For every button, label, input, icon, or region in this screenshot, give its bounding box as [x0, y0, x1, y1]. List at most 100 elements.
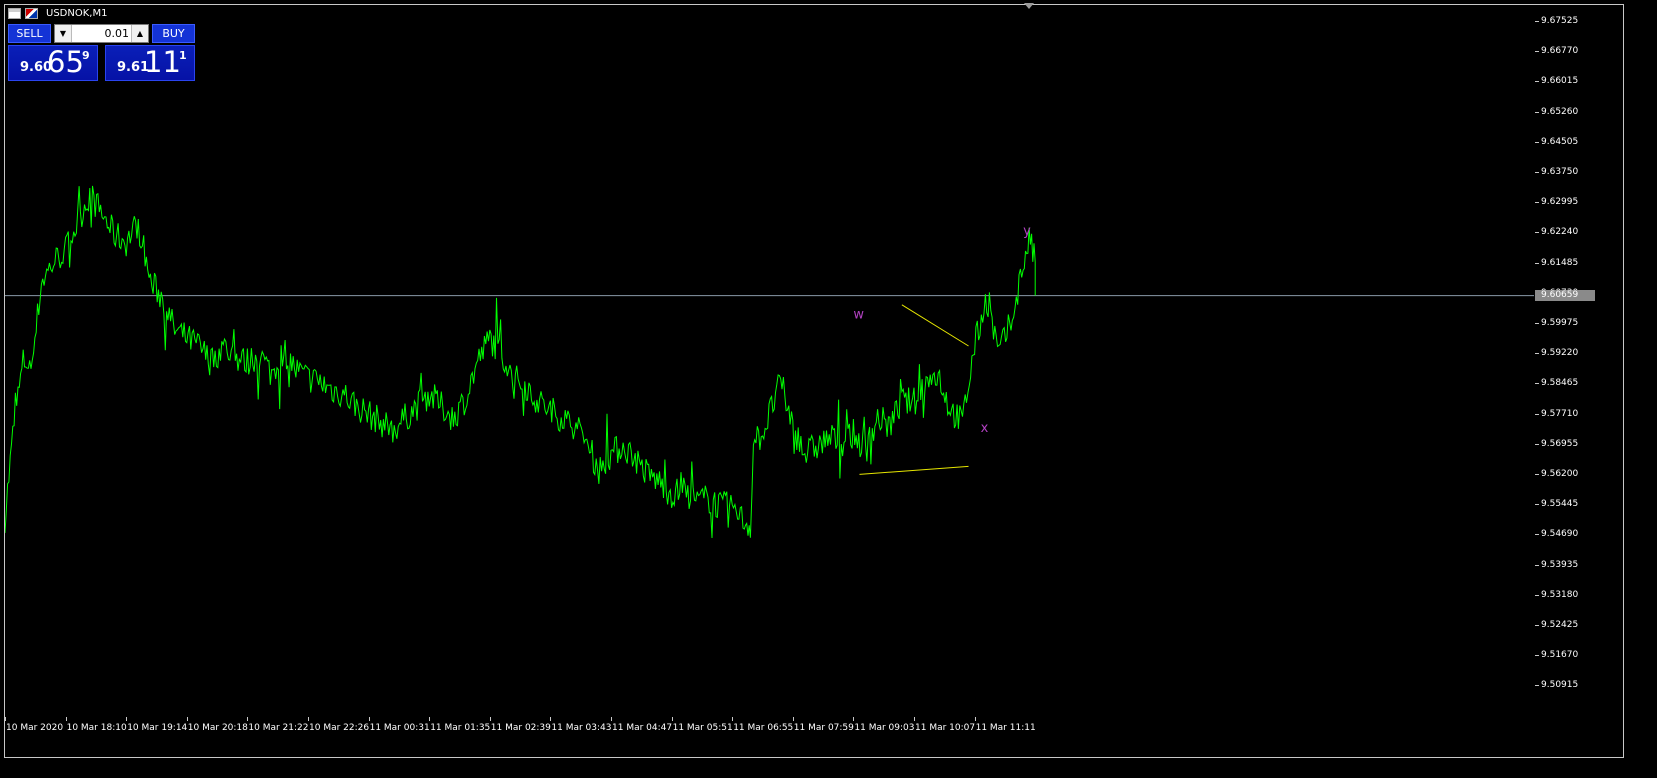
- price-tick-label: 9.59975: [1541, 318, 1579, 328]
- price-tick-mark: [1535, 202, 1539, 204]
- price-tick-label: 9.53935: [1541, 559, 1579, 570]
- time-tick-mark: [308, 717, 309, 721]
- time-tick-label: 11 Mar 11:11: [975, 723, 1036, 733]
- price-tick-mark: [1535, 111, 1539, 113]
- price-tick-label: 9.51670: [1541, 650, 1579, 661]
- increase-lot-icon[interactable]: ▲: [131, 25, 148, 42]
- price-tick-label: 9.66015: [1541, 76, 1579, 87]
- time-tick-mark: [974, 717, 976, 721]
- sell-price-fraction: 9: [82, 49, 90, 62]
- price-tick-mark: [1535, 262, 1539, 264]
- chart-title-bar: USDNOK,M1: [8, 6, 107, 20]
- time-tick-mark: [611, 717, 612, 721]
- time-tick-mark: [247, 717, 249, 721]
- lot-size-stepper[interactable]: ▼ ▲: [54, 24, 149, 43]
- time-tick-mark: [489, 717, 491, 721]
- price-tick-label: 9.61485: [1541, 257, 1579, 268]
- price-tick-mark: [1535, 504, 1539, 506]
- time-tick-label: 11 Mar 09:03: [854, 723, 915, 733]
- price-tick-mark: [1535, 474, 1539, 475]
- price-chart[interactable]: w x y: [5, 5, 1534, 720]
- decrease-lot-icon[interactable]: ▼: [55, 25, 72, 42]
- price-tick-label: 9.56955: [1541, 438, 1579, 449]
- price-tick-mark: [1535, 81, 1539, 83]
- time-tick-mark: [732, 717, 734, 721]
- time-tick-mark: [671, 717, 673, 721]
- time-tick-label: 11 Mar 01:35: [430, 723, 491, 733]
- window-menu-icon[interactable]: [8, 7, 21, 19]
- price-tick-mark: [1535, 323, 1539, 324]
- wave-label-x: x: [981, 421, 989, 436]
- time-tick-mark: [65, 717, 67, 721]
- buy-price-fraction: 1: [179, 49, 187, 62]
- time-tick-label: 10 Mar 21:22: [248, 723, 309, 733]
- price-tick-mark: [1535, 232, 1539, 234]
- time-tick-label: 10 Mar 18:10: [66, 723, 127, 733]
- time-tick-label: 10 Mar 22:26: [309, 723, 370, 733]
- buy-price-big: 11: [144, 45, 181, 79]
- price-tick-label: 9.67525: [1541, 16, 1579, 26]
- time-tick-label: 10 Mar 2020: [6, 723, 64, 733]
- wave-label-y: y: [1023, 224, 1031, 239]
- price-tick-mark: [1535, 685, 1539, 687]
- time-tick-label: 11 Mar 03:43: [551, 723, 612, 733]
- price-tick-mark: [1535, 413, 1539, 415]
- price-tick-label: 9.59220: [1541, 348, 1579, 359]
- price-tick-mark: [1535, 353, 1539, 355]
- price-tick-mark: [1535, 594, 1539, 596]
- one-click-trading-panel: SELL ▼ ▲ BUY 9.60 65 9 9.61 11 1: [8, 24, 195, 81]
- time-tick-mark: [792, 717, 794, 721]
- price-tick-label: 9.65260: [1541, 106, 1579, 117]
- time-tick-label: 11 Mar 04:47: [612, 723, 673, 733]
- wave-label-w: w: [853, 307, 864, 322]
- price-tick-mark: [1535, 655, 1539, 657]
- price-tick-label: 9.53180: [1541, 589, 1579, 600]
- price-tick-label: 9.54690: [1541, 529, 1579, 540]
- price-tick-label: 9.64505: [1541, 136, 1579, 147]
- time-tick-label: 11 Mar 06:55: [733, 723, 794, 733]
- price-series-line: [5, 185, 1036, 539]
- flag-icon: [25, 7, 38, 19]
- time-tick-mark: [126, 717, 128, 721]
- time-tick-label: 10 Mar 20:18: [187, 723, 248, 733]
- price-tick-label: 9.58465: [1541, 378, 1579, 389]
- price-tick-mark: [1535, 383, 1539, 385]
- price-tick-mark: [1535, 443, 1539, 445]
- time-tick-mark: [5, 717, 6, 721]
- time-tick-label: 11 Mar 05:51: [672, 723, 733, 733]
- time-tick-mark: [186, 717, 188, 721]
- price-tick-label: 9.63750: [1541, 167, 1579, 177]
- time-tick-mark: [368, 717, 370, 721]
- price-tick-label: 9.55445: [1541, 499, 1579, 510]
- time-tick-label: 10 Mar 19:14: [127, 723, 188, 733]
- time-tick-label: 11 Mar 02:39: [490, 723, 551, 733]
- price-tick-mark: [1535, 625, 1539, 626]
- price-tick-label: 9.62240: [1541, 227, 1579, 238]
- price-tick-label: 9.62995: [1541, 197, 1579, 208]
- sell-button[interactable]: SELL: [8, 24, 51, 43]
- price-tick-mark: [1535, 534, 1539, 536]
- price-tick-label: 9.57710: [1541, 408, 1579, 419]
- lower-trendline: [859, 465, 969, 475]
- time-tick-mark: [914, 717, 915, 721]
- upper-trendline: [901, 304, 969, 347]
- price-axis: 9.67525 9.66770 9.66015 9.65260 9.64505 9.637…: [1535, 0, 1657, 720]
- sell-price-box[interactable]: 9.60 65 9: [8, 45, 98, 81]
- buy-button[interactable]: BUY: [152, 24, 195, 43]
- price-tick-mark: [1535, 564, 1539, 566]
- buy-price-box[interactable]: 9.61 11 1: [105, 45, 195, 81]
- time-tick-label: 11 Mar 10:07: [915, 723, 976, 733]
- time-tick-label: 11 Mar 07:59: [793, 723, 854, 733]
- time-tick-label: 11 Mar 00:31: [369, 723, 430, 733]
- sell-price-big: 65: [47, 45, 84, 79]
- price-tick-label: 9.52425: [1541, 620, 1579, 630]
- price-tick-label: 9.56200: [1541, 469, 1579, 479]
- price-tick-mark: [1535, 172, 1539, 173]
- symbol-title: USDNOK,M1: [46, 7, 108, 19]
- price-tick-label: 9.50915: [1541, 680, 1579, 691]
- time-tick-mark: [853, 717, 855, 721]
- time-tick-mark: [429, 717, 431, 721]
- price-tick-label: 9.66770: [1541, 46, 1579, 57]
- current-price-label: 9.60659: [1535, 289, 1595, 301]
- lot-size-input[interactable]: [73, 26, 129, 41]
